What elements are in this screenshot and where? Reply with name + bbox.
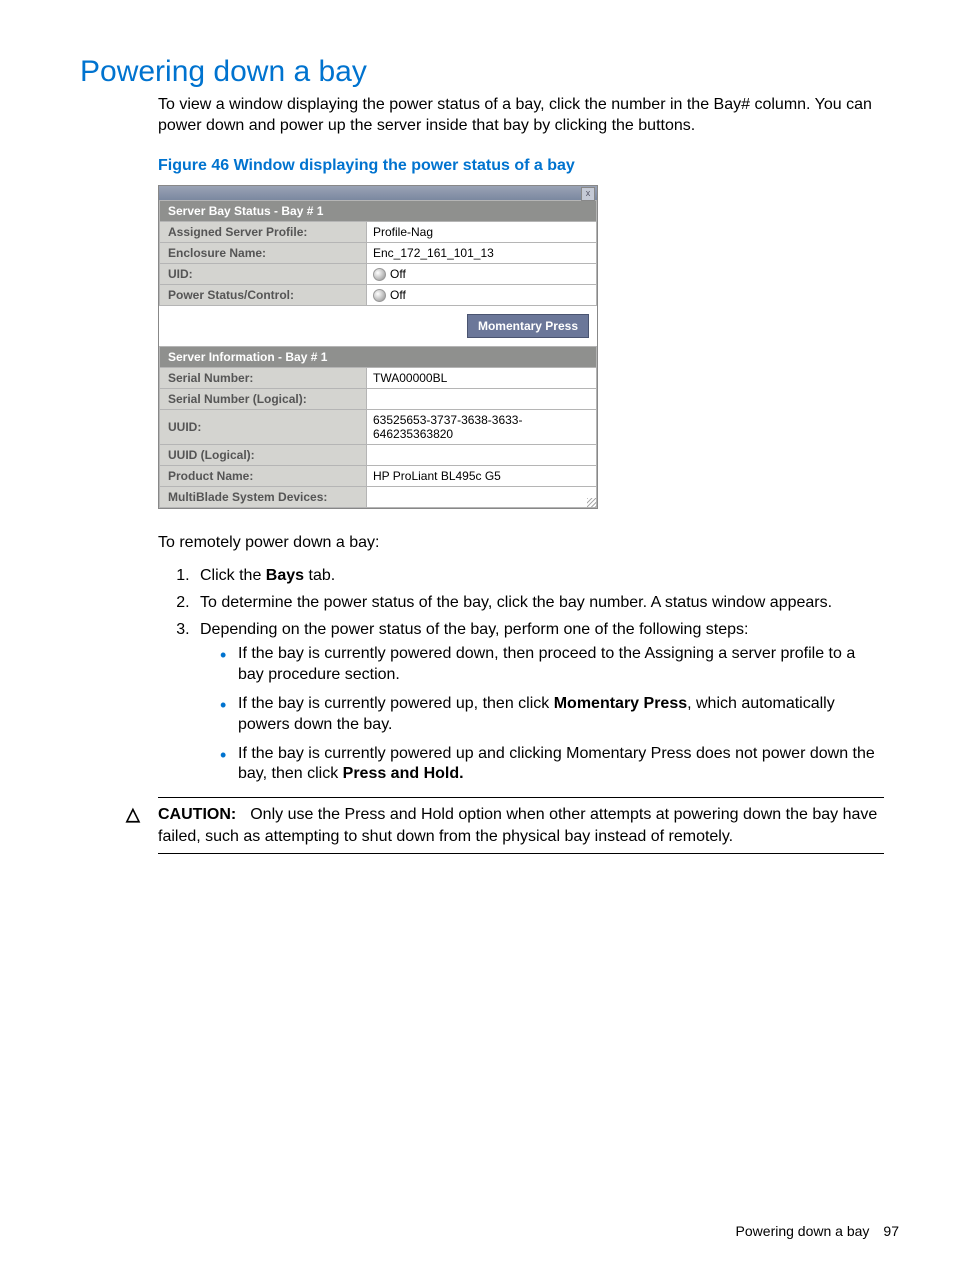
power-status: Off <box>390 288 406 302</box>
bay-status-dialog: x Server Bay Status - Bay # 1 Assigned S… <box>158 185 598 510</box>
text: tab. <box>304 567 335 584</box>
procedure-lead: To remotely power down a bay: <box>158 533 884 554</box>
row-value: Enc_172_161_101_13 <box>367 242 597 263</box>
caution-icon: △ <box>126 804 140 825</box>
list-item: To determine the power status of the bay… <box>194 593 884 614</box>
page-heading: Powering down a bay <box>80 55 899 89</box>
led-icon <box>373 289 386 302</box>
text: Depending on the power status of the bay… <box>200 621 748 638</box>
close-icon[interactable]: x <box>581 187 595 201</box>
caution-text: Only use the Press and Hold option when … <box>158 806 877 845</box>
caution-note: △ CAUTION:Only use the Press and Hold op… <box>158 797 884 854</box>
row-label: Serial Number (Logical): <box>160 389 367 410</box>
row-label: UID: <box>160 263 367 284</box>
row-value: Profile-Nag <box>367 221 597 242</box>
list-item: Click the Bays tab. <box>194 566 884 587</box>
caution-lead: CAUTION: <box>158 806 236 823</box>
list-item: If the bay is currently powered down, th… <box>238 644 884 686</box>
uid-status: Off <box>390 267 406 281</box>
list-item: If the bay is currently powered up, then… <box>238 694 884 736</box>
footer-title: Powering down a bay <box>736 1223 870 1239</box>
section-header-info: Server Information - Bay # 1 <box>160 347 597 368</box>
row-value: Off <box>367 284 597 305</box>
row-value <box>367 487 597 508</box>
row-label: Product Name: <box>160 466 367 487</box>
row-label: Assigned Server Profile: <box>160 221 367 242</box>
momentary-press-button[interactable]: Momentary Press <box>467 314 589 338</box>
list-item: Depending on the power status of the bay… <box>194 620 884 786</box>
row-label: UUID (Logical): <box>160 445 367 466</box>
row-value: 63525653-3737-3638-3633-646235363820 <box>367 410 597 445</box>
row-value: TWA00000BL <box>367 368 597 389</box>
row-label: Power Status/Control: <box>160 284 367 305</box>
page-number: 97 <box>883 1223 899 1239</box>
resize-handle-icon[interactable] <box>587 498 597 508</box>
led-icon <box>373 268 386 281</box>
row-value: HP ProLiant BL495c G5 <box>367 466 597 487</box>
bold-text: Press and Hold. <box>343 765 464 782</box>
text: If the bay is currently powered up and c… <box>238 745 875 783</box>
bay-status-table: Server Bay Status - Bay # 1 Assigned Ser… <box>159 200 597 307</box>
bold-text: Momentary Press <box>554 695 687 712</box>
row-label: UUID: <box>160 410 367 445</box>
text: Click the <box>200 567 266 584</box>
intro-paragraph: To view a window displaying the power st… <box>158 95 884 137</box>
row-label: Serial Number: <box>160 368 367 389</box>
row-value <box>367 389 597 410</box>
row-label: Enclosure Name: <box>160 242 367 263</box>
bold-text: Bays <box>266 567 304 584</box>
page-footer: Powering down a bay 97 <box>736 1223 899 1239</box>
dialog-titlebar: x <box>159 186 597 200</box>
list-item: If the bay is currently powered up and c… <box>238 744 884 786</box>
row-value: Off <box>367 263 597 284</box>
text: If the bay is currently powered up, then… <box>238 695 554 712</box>
sub-list: If the bay is currently powered down, th… <box>200 644 884 785</box>
row-value <box>367 445 597 466</box>
row-label: MultiBlade System Devices: <box>160 487 367 508</box>
server-info-table: Server Information - Bay # 1 Serial Numb… <box>159 346 597 508</box>
section-header-status: Server Bay Status - Bay # 1 <box>160 200 597 221</box>
figure-caption: Figure 46 Window displaying the power st… <box>158 157 884 175</box>
procedure-list: Click the Bays tab. To determine the pow… <box>158 566 884 785</box>
dialog-button-row: Momentary Press <box>159 306 597 346</box>
